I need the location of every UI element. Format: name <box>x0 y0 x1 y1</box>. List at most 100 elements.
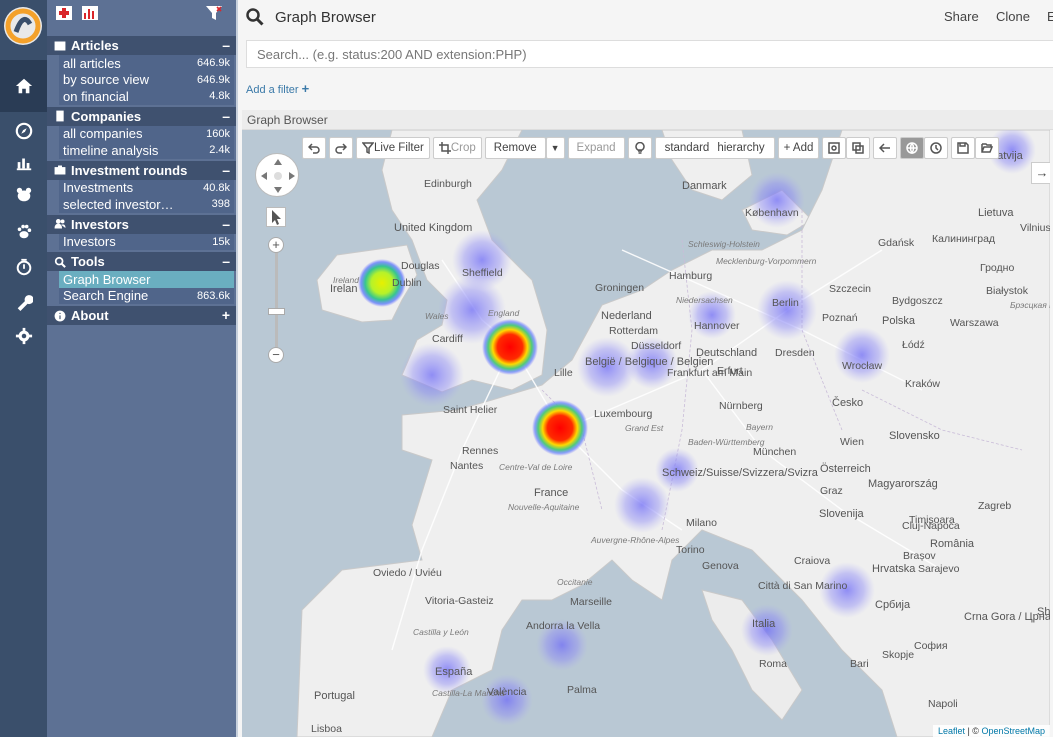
section-articles[interactable]: Articles – <box>47 36 236 55</box>
osm-link[interactable]: OpenStreetMap <box>981 726 1045 736</box>
lightbulb-icon <box>634 142 645 154</box>
lightbulb-button[interactable] <box>627 137 652 159</box>
group-button[interactable] <box>822 137 847 159</box>
sidebar-item-investors[interactable]: Investors 15k <box>59 234 234 251</box>
open-button[interactable] <box>975 137 1000 159</box>
more-button[interactable]: E <box>1047 9 1053 24</box>
map-label: Białystok <box>986 285 1029 297</box>
timeline-mode-button[interactable] <box>924 137 949 159</box>
search-icon <box>54 256 66 268</box>
users-icon <box>54 219 66 229</box>
remove-label: Remove <box>493 142 537 154</box>
save-button[interactable] <box>951 137 976 159</box>
timelion-icon[interactable] <box>0 252 47 282</box>
remove-dropdown[interactable]: ▼ <box>545 137 565 159</box>
crop-icon <box>438 142 451 154</box>
map-label: Palma <box>567 684 597 696</box>
undo-button[interactable] <box>302 137 326 159</box>
section-about[interactable]: About + <box>47 306 236 325</box>
sidebar-item-by-source-view[interactable]: by source view 646.9k <box>59 72 234 89</box>
section-toggle[interactable]: – <box>222 252 230 271</box>
section-toggle[interactable]: – <box>222 215 230 234</box>
new-dashboard-icon[interactable] <box>55 5 73 21</box>
map-label: Szczecin <box>829 283 872 295</box>
paw-icon[interactable] <box>0 217 47 247</box>
section-label: Investors <box>71 216 129 232</box>
expand-label: Expand <box>576 142 616 154</box>
section-investors[interactable]: Investors – <box>47 214 236 234</box>
map-label: Nouvelle-Aquitaine <box>508 502 580 512</box>
graph-toolbar: Live Filter Crop Remove ▼ Expand standar… <box>302 137 1000 159</box>
clone-button[interactable]: Clone <box>996 9 1030 24</box>
redo-button[interactable] <box>329 137 353 159</box>
share-button[interactable]: Share <box>944 9 979 24</box>
save-icon <box>957 142 970 154</box>
zoom-slider[interactable] <box>275 243 278 353</box>
map-label: Oviedo / Uviéu <box>373 567 442 579</box>
section-toggle[interactable]: – <box>222 36 230 55</box>
zoom-in-button[interactable]: + <box>268 237 284 253</box>
leaflet-link[interactable]: Leaflet <box>938 726 965 736</box>
search-input[interactable]: Search... (e.g. status:200 AND extension… <box>246 40 1053 68</box>
map-label: Slovenija <box>819 508 864 520</box>
map-label: Hrvatska <box>872 563 916 575</box>
expand-button[interactable]: Expand <box>567 137 625 159</box>
section-toggle[interactable]: + <box>222 306 230 325</box>
bar-chart-icon[interactable] <box>0 148 47 178</box>
zoom-handle[interactable] <box>268 308 285 315</box>
ungroup-button[interactable] <box>846 137 871 159</box>
crop-button[interactable]: Crop <box>432 137 482 159</box>
section-toggle[interactable]: – <box>222 107 230 126</box>
back-button[interactable] <box>873 137 898 159</box>
sidebar-item-timeline-analysis[interactable]: timeline analysis 2.4k <box>59 142 234 159</box>
remove-button[interactable]: Remove <box>484 137 546 159</box>
sidebar-item-graph-browser[interactable]: Graph Browser <box>59 271 234 288</box>
zoom-out-button[interactable]: − <box>268 347 284 363</box>
sidebar-item-all-articles[interactable]: all articles 646.9k <box>59 55 234 72</box>
section-toggle[interactable]: – <box>222 161 230 180</box>
map-label: Auvergne-Rhône-Alpes <box>591 535 680 545</box>
live-filter-button[interactable]: Live Filter <box>356 137 430 159</box>
redo-icon <box>335 143 347 154</box>
sidebar-item-search-engine[interactable]: Search Engine 863.6k <box>59 288 234 305</box>
home-icon[interactable] <box>0 60 47 112</box>
heat-spot-valencia <box>481 674 533 726</box>
sidebar-item-selected-investor[interactable]: selected investor… 398 <box>59 196 234 213</box>
map-label: Occitanie <box>557 577 593 587</box>
section-investment-rounds[interactable]: Investment rounds – <box>47 160 236 180</box>
map-label: Magyarország <box>868 478 938 490</box>
map-label: France <box>534 487 569 499</box>
sidebar-item-label: Investors <box>63 234 116 250</box>
sidebar-item-all-companies[interactable]: all companies 160k <box>59 126 234 143</box>
sidebar-item-count: 2.4k <box>209 144 230 157</box>
map-mode-button[interactable] <box>900 137 925 159</box>
select-tool-button[interactable] <box>266 207 286 227</box>
sidebar-item-label: Search Engine <box>63 288 149 304</box>
sidebar-item-on-financial[interactable]: on financial 4.8k <box>59 88 234 105</box>
heat-spot-paris <box>532 400 588 456</box>
bear-icon[interactable] <box>0 180 47 210</box>
map-view[interactable]: Edinburgh United Kingdom Douglas Ireland Ire… <box>242 130 1050 737</box>
map-label: Wien <box>840 436 864 448</box>
wrench-icon[interactable] <box>0 287 47 317</box>
map-label: Erfurt <box>717 365 743 377</box>
map-label: România <box>930 538 975 550</box>
section-label: Investment rounds <box>71 162 188 178</box>
section-companies[interactable]: Companies – <box>47 106 236 126</box>
side-panel-toggle[interactable]: → <box>1031 162 1050 184</box>
compass-icon[interactable] <box>0 116 47 146</box>
pan-control[interactable] <box>255 153 299 197</box>
map-label: Sarajevo <box>918 563 960 575</box>
map-label: Timișoara <box>909 514 955 526</box>
add-button[interactable]: + Add <box>777 137 820 159</box>
sidebar-item-investments[interactable]: Investments 40.8k <box>59 180 234 197</box>
filter-icon[interactable] <box>205 5 223 21</box>
map-label: Milano <box>686 517 717 529</box>
map-label: Castilla y León <box>413 627 469 637</box>
visualize-icon[interactable] <box>81 5 99 21</box>
sidebar: Articles – all articles 646.9k by source vie… <box>47 0 238 737</box>
section-tools[interactable]: Tools – <box>47 252 236 271</box>
gear-icon[interactable] <box>0 321 47 351</box>
layout-button[interactable]: standard hierarchy <box>654 137 775 159</box>
add-filter-link[interactable]: Add a filter + <box>246 81 309 96</box>
